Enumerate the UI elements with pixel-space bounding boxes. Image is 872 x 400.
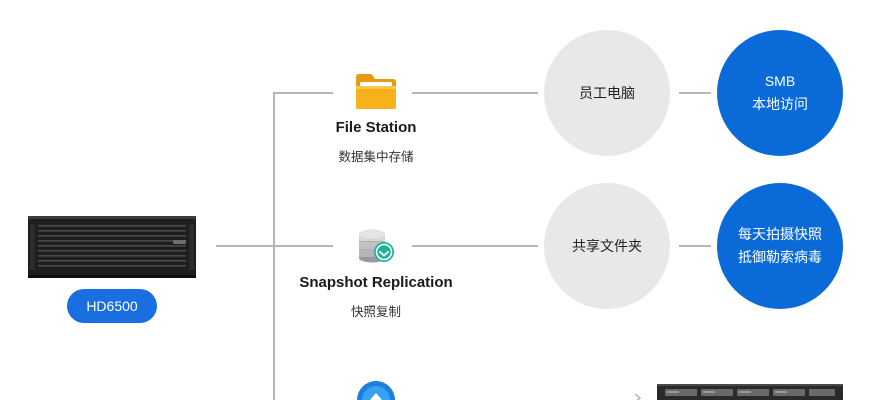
result-line-1-2: 本地访问	[752, 96, 808, 112]
connector-feature-1-to-result	[679, 92, 711, 94]
app-title-1: File Station	[335, 119, 417, 136]
chevron-right-icon	[632, 391, 644, 400]
nas-rack-icon	[28, 216, 196, 278]
device-label: HD6500	[86, 298, 138, 314]
connector-feature-2-to-result	[679, 245, 711, 247]
rack-server-icon	[657, 384, 843, 400]
app-title-2: Snapshot Replication	[299, 274, 453, 291]
result-circle-1: SMB 本地访问	[717, 30, 843, 156]
result-line-2-1: 每天拍摄快照	[738, 226, 822, 242]
connector-trunk-to-app-2	[273, 245, 333, 247]
snapshot-replication-icon	[356, 226, 396, 266]
device-label-pill: HD6500	[67, 289, 157, 323]
result-line-1-1: SMB	[764, 73, 796, 89]
folder-icon	[354, 71, 398, 111]
feature-label-1: 员工电脑	[579, 85, 635, 101]
result-line-2-2: 抵御勒索病毒	[738, 249, 822, 265]
feature-circle-1: 员工电脑	[544, 30, 670, 156]
result-circle-2: 每天拍摄快照 抵御勒索病毒	[717, 183, 843, 309]
connector-trunk-to-app-1	[273, 92, 333, 94]
feature-circle-2: 共享文件夹	[544, 183, 670, 309]
feature-label-2: 共享文件夹	[572, 238, 642, 254]
app-subtitle-2: 快照复制	[350, 305, 401, 319]
backup-app-icon	[356, 380, 396, 400]
app-subtitle-1: 数据集中存储	[338, 150, 414, 164]
connector-device-to-trunk	[216, 245, 274, 247]
connector-app-2-to-feature	[412, 245, 538, 247]
connector-app-1-to-feature	[412, 92, 538, 94]
